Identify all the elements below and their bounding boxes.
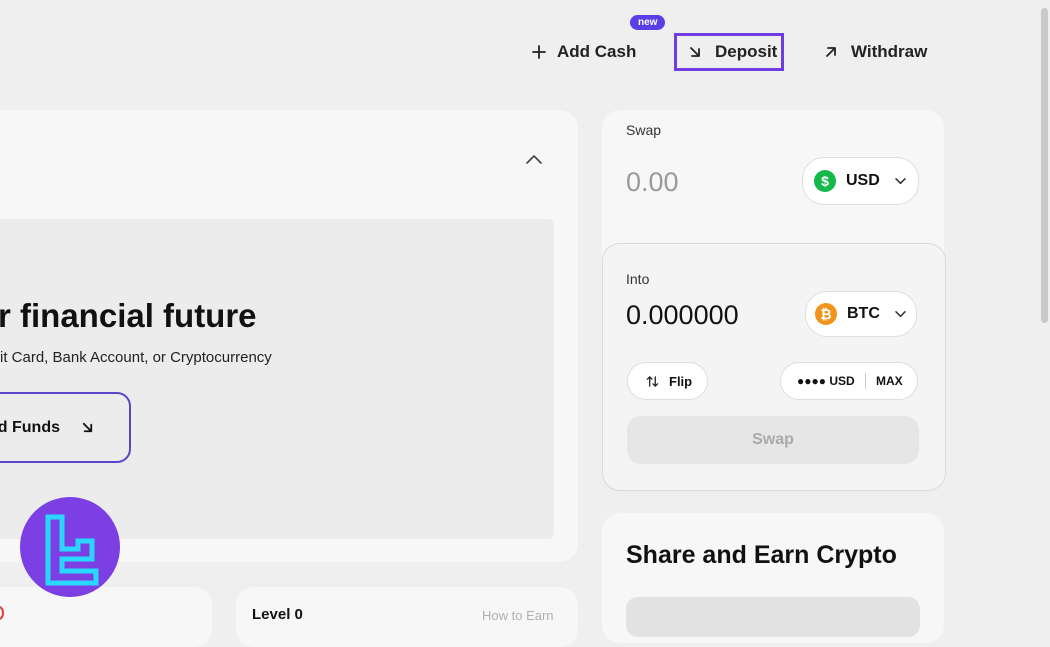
new-badge: new [630, 15, 666, 30]
how-to-earn-link[interactable]: How to Earn [482, 608, 554, 623]
scrollbar-thumb[interactable] [1041, 8, 1048, 323]
deposit-button[interactable]: Deposit [674, 33, 784, 71]
arrow-down-right-icon [82, 422, 93, 433]
btc-coin-icon: ₿ [815, 303, 837, 325]
to-currency-label: BTC [847, 305, 880, 322]
withdraw-button[interactable]: Withdraw [823, 42, 927, 62]
add-funds-button[interactable]: dd Funds [0, 392, 131, 463]
flip-label: Flip [669, 373, 693, 389]
into-amount: 0.000000 [626, 300, 739, 330]
arrow-up-right-icon [826, 47, 836, 57]
swap-arrows-icon [646, 375, 659, 387]
arrow-down-right-icon [690, 47, 700, 57]
to-currency-select[interactable]: ₿ BTC [805, 291, 917, 337]
deposit-label: Deposit [715, 42, 778, 61]
chevron-up-icon[interactable] [524, 152, 544, 166]
balance-max-group: ●●●● USD MAX [780, 362, 918, 400]
share-title: Share and Earn Crypto [626, 541, 897, 569]
from-currency-select[interactable]: $ USD [802, 157, 919, 205]
hero-title: r financial future [0, 297, 257, 334]
into-label: Into [626, 271, 650, 287]
plus-icon [532, 45, 546, 59]
withdraw-label: Withdraw [851, 42, 928, 61]
balance-display: ●●●● USD [797, 374, 855, 388]
usd-coin-icon: $ [814, 170, 836, 192]
watermark-logo [20, 497, 120, 597]
chevron-down-icon [895, 310, 906, 317]
add-funds-label: dd Funds [0, 418, 60, 436]
share-placeholder [626, 597, 920, 637]
divider [865, 373, 866, 389]
max-button[interactable]: MAX [876, 374, 903, 388]
level-label: Level 0 [252, 606, 303, 623]
swap-submit-button[interactable]: Swap [627, 416, 919, 464]
hero-subtitle: it Card, Bank Account, or Cryptocurrency [0, 349, 272, 366]
chevron-down-icon [895, 177, 906, 184]
tc-logo-icon [45, 514, 99, 586]
swap-amount-input[interactable]: 0.00 [626, 167, 679, 198]
add-cash-button[interactable]: Add Cash [531, 42, 636, 62]
funding-banner [0, 219, 554, 539]
swap-label: Swap [626, 122, 662, 138]
from-currency-label: USD [846, 172, 880, 189]
add-cash-label: Add Cash [557, 42, 637, 61]
flip-button[interactable]: Flip [627, 362, 708, 400]
